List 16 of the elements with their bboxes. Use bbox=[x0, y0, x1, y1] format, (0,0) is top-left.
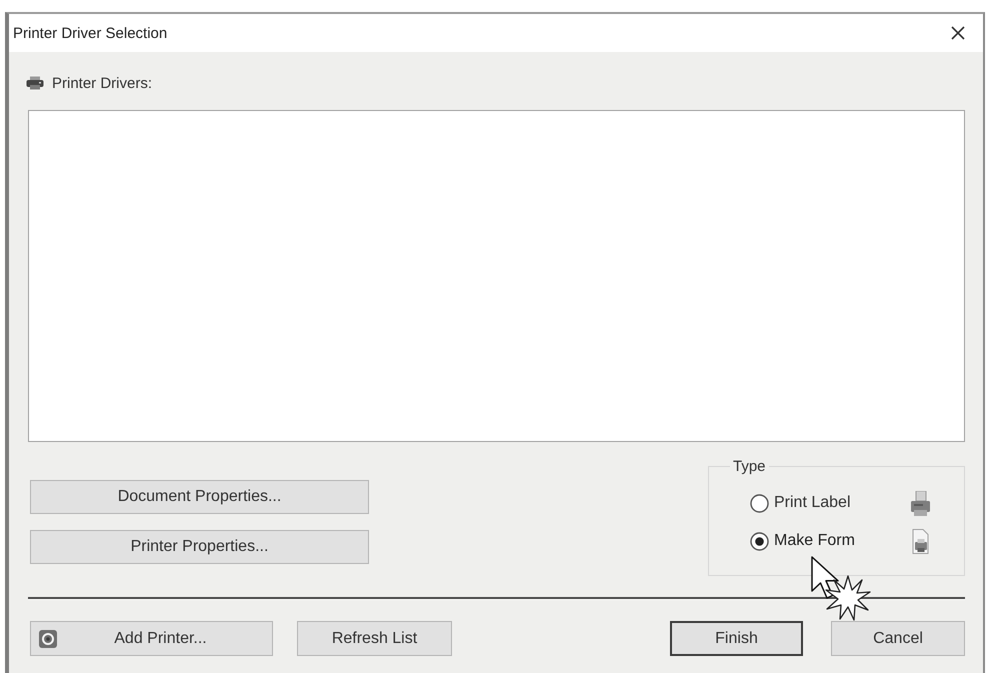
group-label: Type bbox=[732, 458, 767, 475]
default-button[interactable]: Finish bbox=[670, 621, 803, 656]
ring-icon bbox=[39, 630, 57, 648]
button[interactable]: Add Printer... bbox=[30, 621, 273, 656]
close-icon bbox=[951, 26, 965, 40]
window-title: Printer Driver Selection bbox=[13, 24, 168, 42]
page-printer-icon bbox=[910, 528, 931, 554]
printer-icon bbox=[910, 490, 931, 516]
button[interactable]: Cancel bbox=[831, 621, 965, 656]
button[interactable]: Refresh List bbox=[297, 621, 452, 656]
section-label: Printer Drivers: bbox=[52, 74, 152, 92]
radio-option[interactable]: Make Form bbox=[750, 532, 855, 550]
properties-button[interactable]: Document Properties... bbox=[30, 480, 369, 514]
properties-button[interactable]: Printer Properties... bbox=[30, 530, 369, 564]
printer-icon bbox=[26, 76, 44, 90]
radio-option[interactable]: Print Label bbox=[750, 494, 850, 512]
